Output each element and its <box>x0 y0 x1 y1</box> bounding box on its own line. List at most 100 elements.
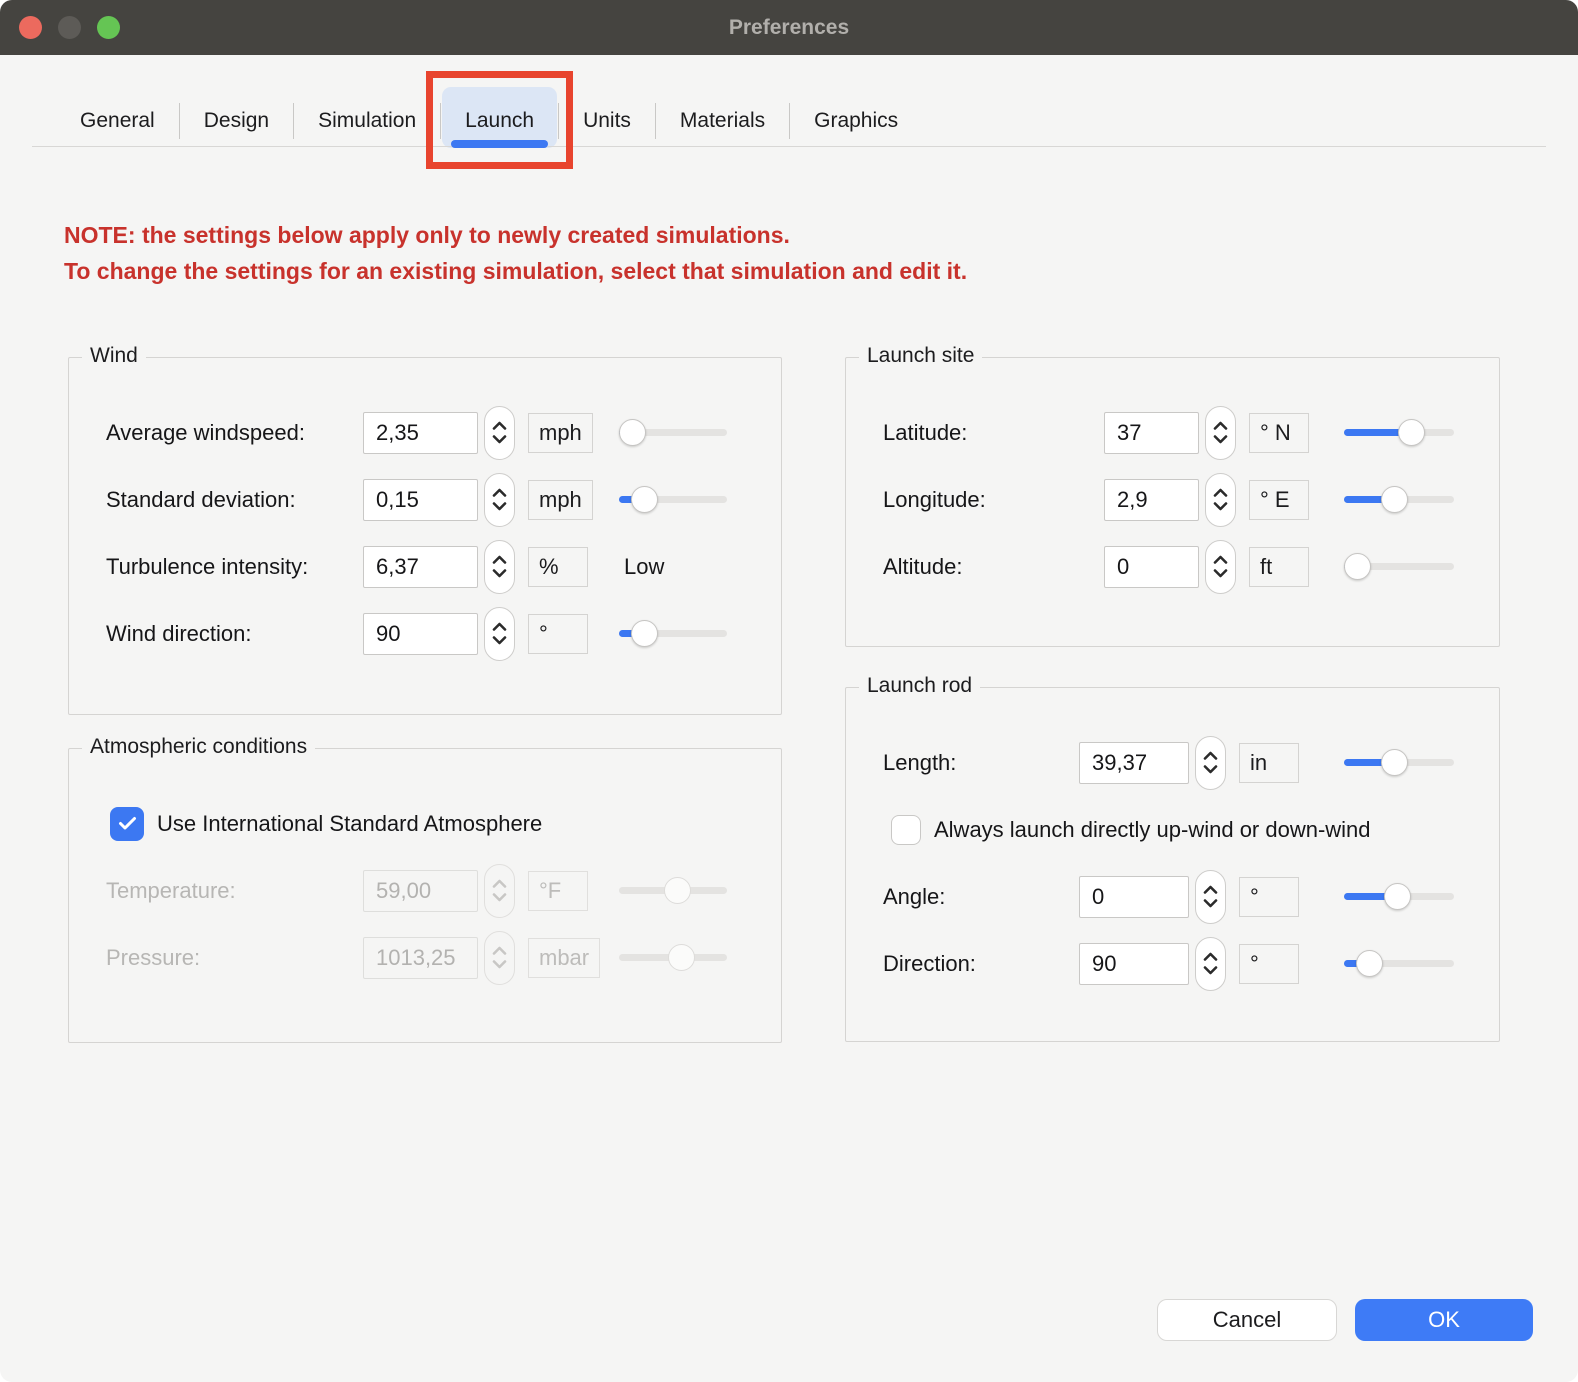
longitude-slider[interactable] <box>1344 486 1454 514</box>
angle-slider[interactable] <box>1344 883 1454 911</box>
length-input[interactable] <box>1079 742 1189 784</box>
unit-box: ° N <box>1249 413 1309 453</box>
chevron-down-icon <box>1203 765 1218 774</box>
settings-content: Wind Average windspeed: mph <box>68 357 1500 1043</box>
note-line-1: NOTE: the settings below apply only to n… <box>64 217 1578 253</box>
tab-simulation[interactable]: Simulation <box>294 95 440 147</box>
slider-thumb <box>664 877 691 904</box>
upwind-checkbox[interactable] <box>891 815 921 845</box>
latitude-input[interactable] <box>1104 412 1199 454</box>
direction-input[interactable] <box>1079 943 1189 985</box>
slider-thumb[interactable] <box>1381 749 1408 776</box>
standard-deviation-stepper[interactable] <box>484 473 515 527</box>
atmospheric-conditions-group: Atmospheric conditions Use International… <box>68 748 782 1043</box>
tab-materials[interactable]: Materials <box>656 95 789 147</box>
wind-direction-input[interactable] <box>363 613 478 655</box>
slider-thumb[interactable] <box>631 486 658 513</box>
length-slider[interactable] <box>1344 749 1454 777</box>
chevron-down-icon <box>492 502 507 511</box>
slider-thumb[interactable] <box>1356 950 1383 977</box>
unit-box: mph <box>528 413 593 453</box>
traffic-lights <box>19 16 120 39</box>
chevron-down-icon <box>1213 435 1228 444</box>
tab-units[interactable]: Units <box>559 95 655 147</box>
standard-atmosphere-checkbox[interactable] <box>110 807 144 841</box>
chevron-down-icon <box>1213 569 1228 578</box>
slider-thumb[interactable] <box>619 419 646 446</box>
tab-general[interactable]: General <box>56 95 179 147</box>
latitude-slider[interactable] <box>1344 419 1454 447</box>
field-label: Latitude: <box>883 420 1104 446</box>
altitude-input[interactable] <box>1104 546 1199 588</box>
chevron-down-icon <box>1203 966 1218 975</box>
tab-graphics[interactable]: Graphics <box>790 95 922 147</box>
checkmark-icon <box>118 816 137 831</box>
unit-box: % <box>528 547 588 587</box>
turbulence-level-text: Low <box>624 554 664 580</box>
average-windspeed-slider[interactable] <box>619 419 727 447</box>
chevron-up-icon <box>1213 555 1228 564</box>
average-windspeed-row: Average windspeed: mph <box>106 399 781 466</box>
cancel-button[interactable]: Cancel <box>1157 1299 1337 1341</box>
direction-row: Direction: ° <box>883 930 1499 997</box>
group-title: Launch rod <box>859 674 980 698</box>
chevron-up-icon <box>1203 952 1218 961</box>
slider-thumb[interactable] <box>1344 553 1371 580</box>
standard-deviation-slider[interactable] <box>619 486 727 514</box>
longitude-row: Longitude: ° E <box>883 466 1499 533</box>
right-column: Launch site Latitude: ° N <box>845 357 1500 1043</box>
unit-box: ° <box>1239 877 1299 917</box>
preferences-dialog: Preferences General Design Simulation La… <box>0 0 1578 1382</box>
field-label: Angle: <box>883 884 1079 910</box>
longitude-stepper[interactable] <box>1205 473 1236 527</box>
latitude-row: Latitude: ° N <box>883 399 1499 466</box>
tab-launch[interactable]: Launch <box>441 95 558 147</box>
zoom-button[interactable] <box>97 16 120 39</box>
chevron-up-icon <box>492 622 507 631</box>
altitude-slider[interactable] <box>1344 553 1454 581</box>
turbulence-intensity-stepper[interactable] <box>484 540 515 594</box>
field-label: Length: <box>883 750 1079 776</box>
tab-design[interactable]: Design <box>180 95 293 147</box>
ok-button[interactable]: OK <box>1355 1299 1533 1341</box>
temperature-slider <box>619 877 727 905</box>
wind-direction-stepper[interactable] <box>484 607 515 661</box>
unit-box: ° <box>528 614 588 654</box>
unit-box: ° E <box>1249 480 1309 520</box>
tab-bar: General Design Simulation Launch Units M… <box>0 95 1578 147</box>
field-label: Direction: <box>883 951 1079 977</box>
standard-atmosphere-check-row: Use International Standard Atmosphere <box>106 790 781 857</box>
close-button[interactable] <box>19 16 42 39</box>
length-stepper[interactable] <box>1195 736 1226 790</box>
standard-deviation-input[interactable] <box>363 479 478 521</box>
chevron-up-icon <box>492 946 507 955</box>
minimize-button[interactable] <box>58 16 81 39</box>
slider-thumb[interactable] <box>631 620 658 647</box>
altitude-stepper[interactable] <box>1205 540 1236 594</box>
field-label: Turbulence intensity: <box>106 554 363 580</box>
angle-input[interactable] <box>1079 876 1189 918</box>
chevron-up-icon <box>492 555 507 564</box>
group-title: Launch site <box>859 344 982 368</box>
slider-thumb[interactable] <box>1384 883 1411 910</box>
direction-stepper[interactable] <box>1195 937 1226 991</box>
wind-direction-slider[interactable] <box>619 620 727 648</box>
average-windspeed-stepper[interactable] <box>484 406 515 460</box>
chevron-up-icon <box>492 488 507 497</box>
checkbox-label: Use International Standard Atmosphere <box>157 811 542 837</box>
title-bar: Preferences <box>0 0 1578 55</box>
turbulence-intensity-row: Turbulence intensity: % Low <box>106 533 781 600</box>
checkbox-label: Always launch directly up-wind or down-w… <box>934 817 1371 843</box>
chevron-up-icon <box>492 879 507 888</box>
turbulence-intensity-input[interactable] <box>363 546 478 588</box>
average-windspeed-input[interactable] <box>363 412 478 454</box>
latitude-stepper[interactable] <box>1205 406 1236 460</box>
direction-slider[interactable] <box>1344 950 1454 978</box>
field-label: Wind direction: <box>106 621 363 647</box>
longitude-input[interactable] <box>1104 479 1199 521</box>
chevron-up-icon <box>1213 421 1228 430</box>
slider-thumb[interactable] <box>1381 486 1408 513</box>
angle-stepper[interactable] <box>1195 870 1226 924</box>
field-label: Average windspeed: <box>106 420 363 446</box>
slider-thumb[interactable] <box>1398 419 1425 446</box>
